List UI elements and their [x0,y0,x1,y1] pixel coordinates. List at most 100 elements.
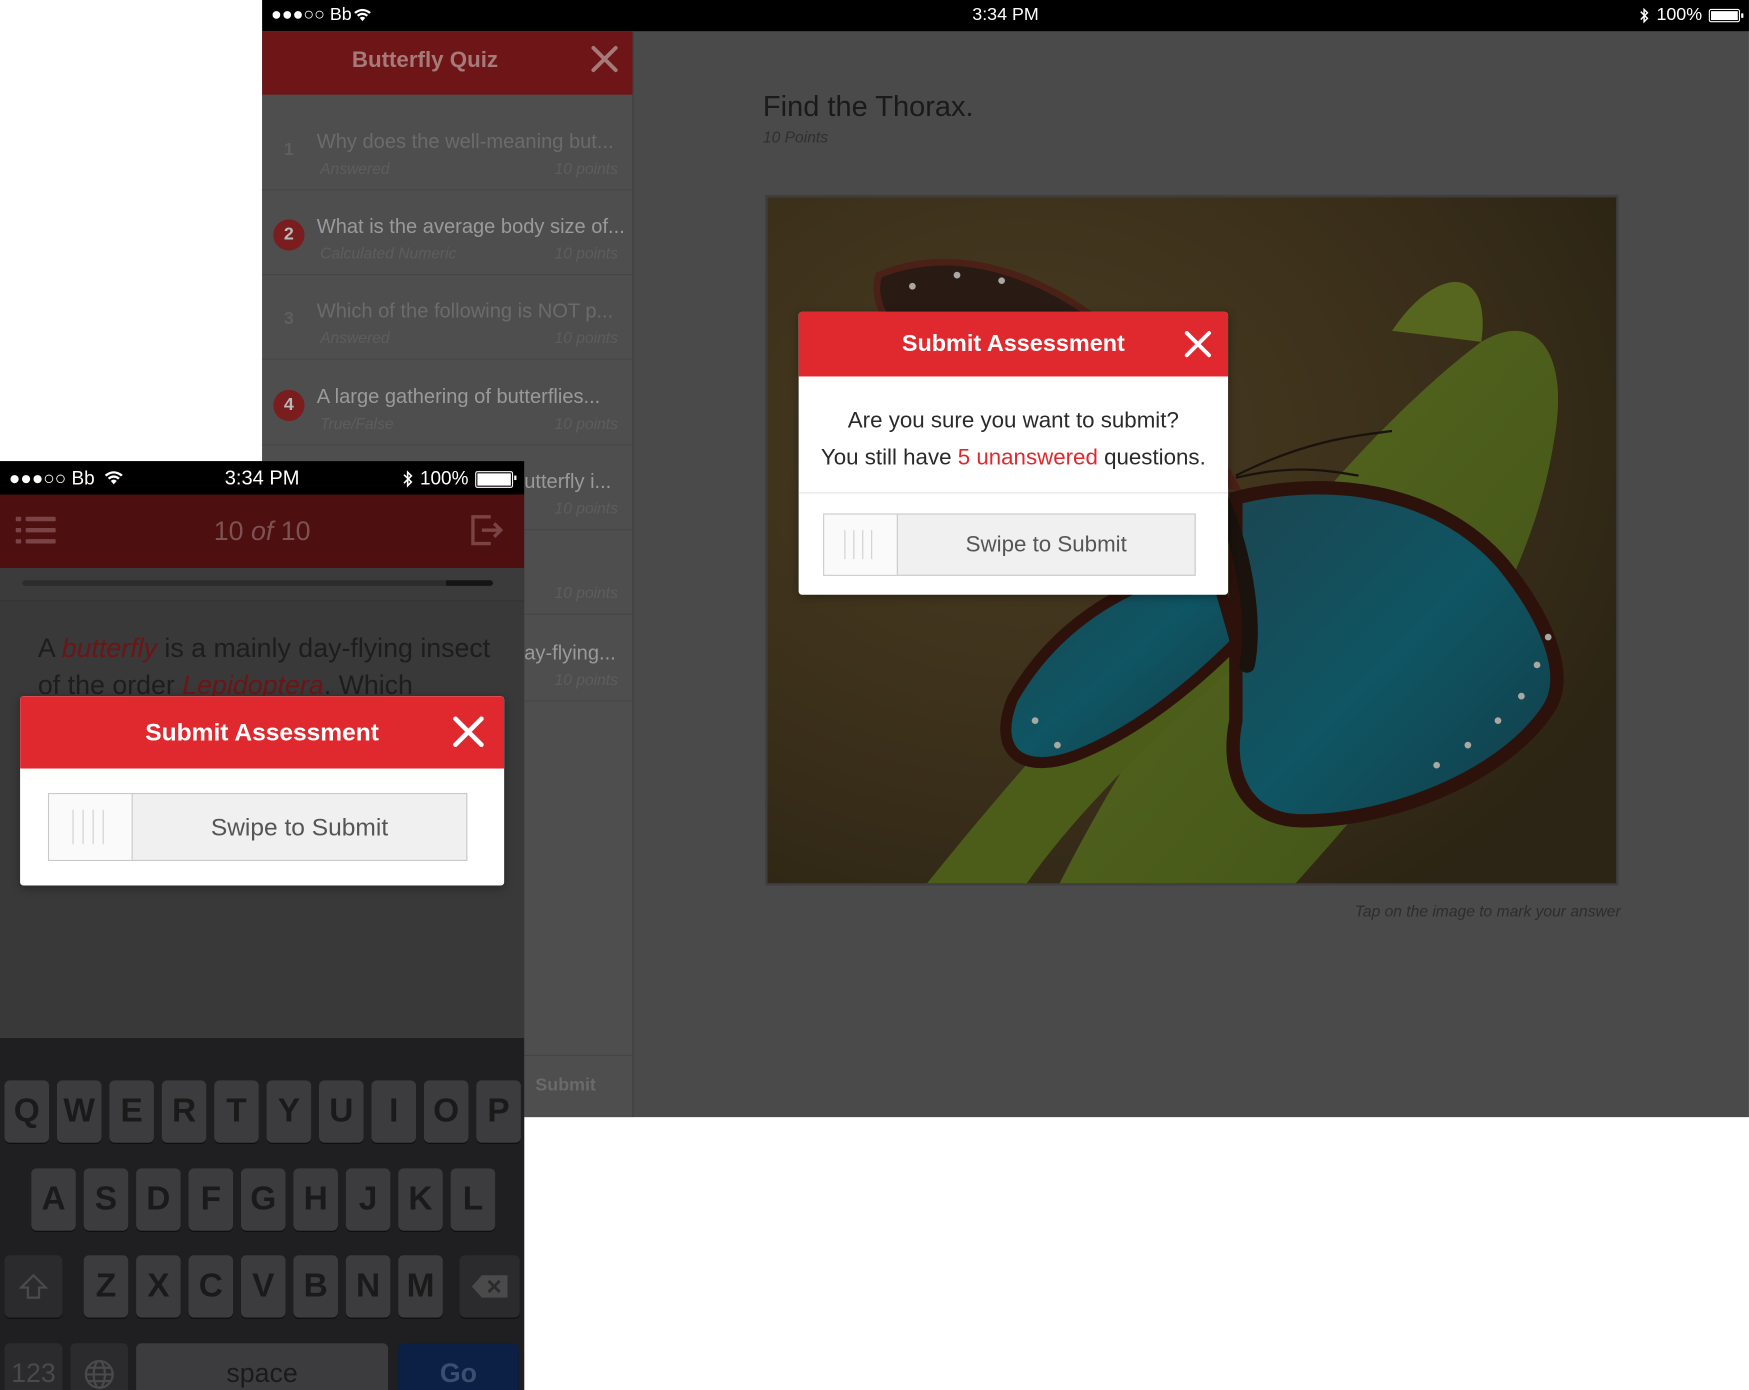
question-item-1[interactable]: 1 Why does the well-meaning but... Answe… [262,106,634,191]
close-icon[interactable] [453,716,484,748]
key-k[interactable]: K [398,1168,443,1231]
bluetooth-icon [402,470,412,488]
space-key[interactable]: space [136,1343,389,1390]
key-x[interactable]: X [136,1255,181,1318]
question-number: 2 [273,219,305,251]
shift-key[interactable] [4,1255,63,1318]
status-right: 100% [401,468,517,490]
question-word: is a mainly day-flying [164,633,413,664]
question-item-3[interactable]: 3 Which of the following is NOT p... Ans… [262,275,634,360]
backspace-key[interactable] [459,1255,520,1318]
submit-modal: Submit Assessment Are you sure you want … [798,311,1229,595]
confirm-line: Are you sure you want to submit? [847,408,1179,434]
battery-icon [475,470,517,488]
question-points: 10 points [554,670,618,689]
question-word: A [37,633,55,664]
question-title: What is the average body size of... [316,214,625,238]
battery-percent: 100% [1656,5,1703,25]
question-points: 10 points [554,159,618,178]
question-heading: Find the Thorax. [762,89,974,123]
question-number: 3 [283,309,294,329]
question-keyword: butterfly [61,633,157,664]
key-g[interactable]: G [240,1168,286,1231]
unanswered-line: You still have 5 unanswered questions. [799,440,1228,477]
key-h[interactable]: H [293,1168,338,1231]
ipad-status-bar: ●●●○○ Bb 3:34 PM 100% [262,0,1749,32]
question-points: 10 points [554,498,618,517]
question-text: A butterfly is a mainly day-flying insec… [38,630,506,704]
modal-title: Submit Assessment [145,718,379,747]
question-item-4[interactable]: 4 A large gathering of butterflies... Tr… [262,361,634,446]
swipe-to-submit-slider[interactable]: Swipe to Submit [47,793,468,861]
key-t[interactable]: T [214,1080,259,1143]
key-u[interactable]: U [319,1080,364,1143]
key-m[interactable]: M [398,1255,443,1318]
key-o[interactable]: O [423,1080,469,1143]
battery-icon [1708,8,1744,23]
question-points: 10 points [554,328,618,347]
question-points: 10 points [554,414,618,433]
close-icon[interactable] [1184,331,1212,358]
backspace-icon [471,1275,508,1298]
key-s[interactable]: S [83,1168,129,1231]
progress-track [22,580,494,586]
question-type: Calculated Numeric [320,243,457,262]
counter-of: of [250,516,274,547]
exit-icon[interactable] [468,512,504,548]
key-l[interactable]: L [450,1168,496,1231]
globe-icon [84,1359,114,1389]
question-type: True/False [320,414,394,433]
swipe-label: Swipe to Submit [210,812,389,841]
unanswered-prefix: You still have [820,445,958,471]
quiz-title: Butterfly Quiz [351,47,499,73]
sidebar-header: Butterfly Quiz [262,31,633,95]
onscreen-keyboard: QWERTYUIOP ASDFGHJKL ZXCVBNM 123 space G… [0,1038,525,1390]
question-points-label: 10 Points [762,128,829,146]
key-b[interactable]: B [293,1255,338,1318]
key-v[interactable]: V [240,1255,286,1318]
swipe-handle[interactable] [824,514,898,575]
question-type: Answered [320,328,390,347]
swipe-to-submit-slider[interactable]: Swipe to Submit [823,513,1196,576]
key-c[interactable]: C [188,1255,234,1318]
image-hint: Tap on the image to mark your answer [1354,902,1621,920]
key-e[interactable]: E [109,1080,154,1143]
status-time: 3:34 PM [972,5,1039,25]
question-number: 4 [273,389,305,422]
question-title: Which of the following is NOT p... [316,299,614,322]
key-w[interactable]: W [56,1080,102,1143]
progress-bar [0,568,525,602]
modal-message: Are you sure you want to submit? You sti… [798,376,1229,494]
go-key[interactable]: Go [398,1343,519,1390]
key-i[interactable]: I [371,1080,417,1143]
key-y[interactable]: Y [266,1080,312,1143]
question-title: ay-flying... [524,641,616,664]
close-icon[interactable] [590,45,619,74]
modal-header: Submit Assessment [20,696,505,769]
key-a[interactable]: A [31,1168,76,1231]
unanswered-count: 5 unanswered [957,445,1098,471]
submit-button[interactable]: Submit [535,1076,595,1096]
key-z[interactable]: Z [83,1255,129,1318]
swipe-label: Swipe to Submit [965,531,1127,557]
question-title: Why does the well-meaning but... [316,130,614,153]
key-r[interactable]: R [161,1080,207,1143]
globe-key[interactable] [70,1343,129,1390]
shift-icon [18,1273,48,1299]
key-f[interactable]: F [188,1168,234,1231]
question-item-2[interactable]: 2 What is the average body size of... Ca… [262,190,634,276]
submit-modal: Submit Assessment Swipe to Submit [20,696,505,886]
key-p[interactable]: P [476,1080,521,1143]
key-d[interactable]: D [136,1168,181,1231]
question-counter: 10 of 10 [0,517,524,548]
question-title: utterfly i... [524,470,612,493]
progress-fill [22,580,494,586]
bluetooth-icon [1640,7,1649,24]
key-n[interactable]: N [345,1255,391,1318]
question-points: 10 points [554,583,618,602]
modal-title: Submit Assessment [901,330,1125,357]
swipe-handle[interactable] [49,794,133,860]
key-q[interactable]: Q [4,1080,50,1143]
numbers-key[interactable]: 123 [4,1343,63,1390]
key-j[interactable]: J [345,1168,391,1231]
